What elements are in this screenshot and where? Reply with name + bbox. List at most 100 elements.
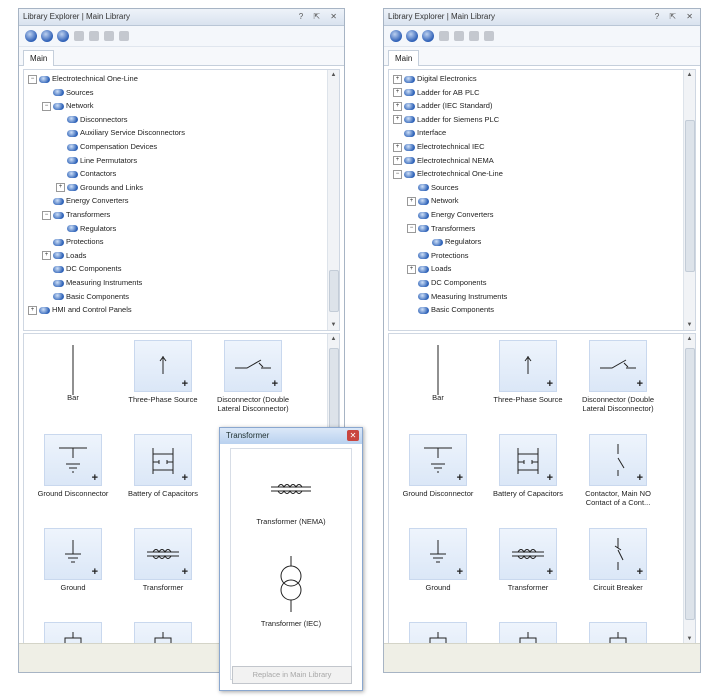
- library-open-icon[interactable]: [390, 30, 402, 42]
- tree-item[interactable]: + Electrotechnical NEMA: [393, 156, 494, 166]
- window-buttons[interactable]: ? ⇱ ✕: [655, 9, 697, 25]
- move-up-icon[interactable]: [454, 31, 464, 41]
- tree-item[interactable]: Disconnectors: [56, 115, 128, 125]
- tree-item[interactable]: Regulators: [421, 237, 481, 247]
- collapse-icon[interactable]: −: [393, 169, 402, 179]
- library-open-icon[interactable]: [25, 30, 37, 42]
- component-tile[interactable]: + Disconnector (Double Lateral Disconnect…: [575, 340, 661, 413]
- tree-item[interactable]: + Loads: [42, 251, 86, 261]
- tree-item[interactable]: − Transformers: [407, 224, 475, 234]
- component-tile[interactable]: + Ground: [30, 528, 116, 592]
- library-save-icon[interactable]: [422, 30, 434, 42]
- tab-main[interactable]: Main: [388, 50, 420, 66]
- tree-item[interactable]: Sources: [407, 183, 459, 193]
- expand-icon[interactable]: +: [393, 115, 402, 125]
- tree-item[interactable]: + Loads: [407, 264, 451, 274]
- component-tile[interactable]: +: [485, 622, 571, 644]
- tree-item[interactable]: + Ladder (IEC Standard): [393, 101, 492, 111]
- library-tree[interactable]: ▲ ▼ + Digital Electronics + Ladder for AB P…: [388, 69, 696, 331]
- component-tile[interactable]: + Ground Disconnector: [30, 434, 116, 498]
- component-tile[interactable]: + Contactor, Main NO Contact of a Cont...: [575, 434, 661, 507]
- tree-item[interactable]: Basic Components: [42, 292, 129, 302]
- close-icon[interactable]: ✕: [347, 430, 359, 441]
- tree-item[interactable]: Auxiliary Service Disconnectors: [56, 128, 185, 138]
- tree-item[interactable]: Energy Converters: [42, 196, 129, 206]
- variant-iec[interactable]: Transformer (IEC): [231, 554, 351, 628]
- scroll-up-icon[interactable]: ▲: [328, 70, 339, 80]
- tree-scrollbar[interactable]: ▲ ▼: [683, 70, 695, 330]
- tree-item[interactable]: + Grounds and Links: [56, 183, 143, 193]
- move-down-icon[interactable]: [104, 31, 114, 41]
- component-tile[interactable]: + Battery of Capacitors: [120, 434, 206, 498]
- component-tile[interactable]: Bar: [30, 340, 116, 402]
- component-tile[interactable]: + Three-Phase Source: [485, 340, 571, 404]
- component-tile[interactable]: Bar: [395, 340, 481, 402]
- tree-item[interactable]: Regulators: [56, 224, 116, 234]
- tree-item[interactable]: Protections: [42, 237, 104, 247]
- component-tile[interactable]: +: [120, 622, 206, 644]
- tree-item[interactable]: − Transformers: [42, 210, 110, 220]
- tree-item[interactable]: + Ladder for Siemens PLC: [393, 115, 499, 125]
- component-tile[interactable]: +: [575, 622, 661, 644]
- expand-icon[interactable]: +: [393, 101, 402, 111]
- tree-item[interactable]: Protections: [407, 251, 469, 261]
- tree-item[interactable]: − Electrotechnical One-Line: [393, 169, 503, 179]
- expand-icon[interactable]: +: [393, 88, 402, 98]
- expand-icon[interactable]: +: [28, 305, 37, 315]
- expand-icon[interactable]: +: [393, 142, 402, 152]
- tree-item[interactable]: − Electrotechnical One-Line: [28, 74, 138, 84]
- tree-item[interactable]: Contactors: [56, 169, 116, 179]
- component-tile[interactable]: + Three-Phase Source: [120, 340, 206, 404]
- scroll-thumb[interactable]: [685, 348, 695, 620]
- tree-item[interactable]: + Network: [407, 196, 459, 206]
- library-add-icon[interactable]: [41, 30, 53, 42]
- tree-item[interactable]: DC Components: [407, 278, 486, 288]
- expand-icon[interactable]: +: [56, 183, 65, 193]
- component-tile[interactable]: +: [30, 622, 116, 644]
- component-tile[interactable]: + Battery of Capacitors: [485, 434, 571, 498]
- library-tree[interactable]: ▲ ▼ − Electrotechnical One-Line Sources − Ne…: [23, 69, 340, 331]
- window-title-bar[interactable]: Library Explorer | Main Library ? ⇱ ✕: [19, 9, 344, 26]
- expand-icon[interactable]: +: [42, 251, 51, 261]
- library-remove-icon[interactable]: [74, 31, 84, 41]
- component-tile[interactable]: + Disconnector (Double Lateral Disconnect…: [210, 340, 296, 413]
- tree-item[interactable]: + Electrotechnical IEC: [393, 142, 485, 152]
- collapse-icon[interactable]: −: [42, 101, 51, 111]
- component-tile[interactable]: +: [395, 622, 481, 644]
- component-tile[interactable]: + Transformer: [485, 528, 571, 592]
- scroll-thumb[interactable]: [685, 120, 695, 272]
- collapse-icon[interactable]: −: [407, 224, 416, 234]
- tree-item[interactable]: Energy Converters: [407, 210, 494, 220]
- tree-item[interactable]: + HMI and Control Panels: [28, 305, 132, 315]
- scroll-up-icon[interactable]: ▲: [328, 334, 339, 344]
- library-add-icon[interactable]: [406, 30, 418, 42]
- component-tile[interactable]: + Transformer: [120, 528, 206, 592]
- collapse-icon[interactable]: −: [42, 210, 51, 220]
- tree-item[interactable]: DC Components: [42, 264, 121, 274]
- tree-item[interactable]: Measuring Instruments: [407, 292, 507, 302]
- window-title-bar[interactable]: Library Explorer | Main Library ? ⇱ ✕: [384, 9, 700, 26]
- tree-item[interactable]: Line Permutators: [56, 156, 137, 166]
- scroll-thumb[interactable]: [329, 270, 339, 312]
- tree-item[interactable]: Sources: [42, 88, 94, 98]
- tab-main[interactable]: Main: [23, 50, 55, 66]
- library-save-icon[interactable]: [57, 30, 69, 42]
- gallery-scrollbar[interactable]: ▲ ▼: [683, 334, 695, 644]
- component-tile[interactable]: + Circuit Breaker: [575, 528, 661, 592]
- scroll-up-icon[interactable]: ▲: [684, 334, 695, 344]
- replace-in-main-library-button[interactable]: Replace in Main Library: [232, 666, 352, 684]
- tree-item[interactable]: Basic Components: [407, 305, 494, 315]
- expand-icon[interactable]: +: [393, 74, 402, 84]
- tree-item[interactable]: Measuring Instruments: [42, 278, 142, 288]
- tree-scrollbar[interactable]: ▲ ▼: [327, 70, 339, 330]
- scroll-down-icon[interactable]: ▼: [684, 320, 695, 330]
- move-down-icon[interactable]: [469, 31, 479, 41]
- expand-icon[interactable]: +: [407, 196, 416, 206]
- variant-nema[interactable]: Transformer (NEMA): [231, 469, 351, 526]
- expand-icon[interactable]: +: [393, 156, 402, 166]
- component-tile[interactable]: + Ground: [395, 528, 481, 592]
- tree-item[interactable]: − Network: [42, 101, 94, 111]
- lock-icon[interactable]: [484, 31, 494, 41]
- tree-item[interactable]: Compensation Devices: [56, 142, 157, 152]
- tree-item[interactable]: + Ladder for AB PLC: [393, 88, 480, 98]
